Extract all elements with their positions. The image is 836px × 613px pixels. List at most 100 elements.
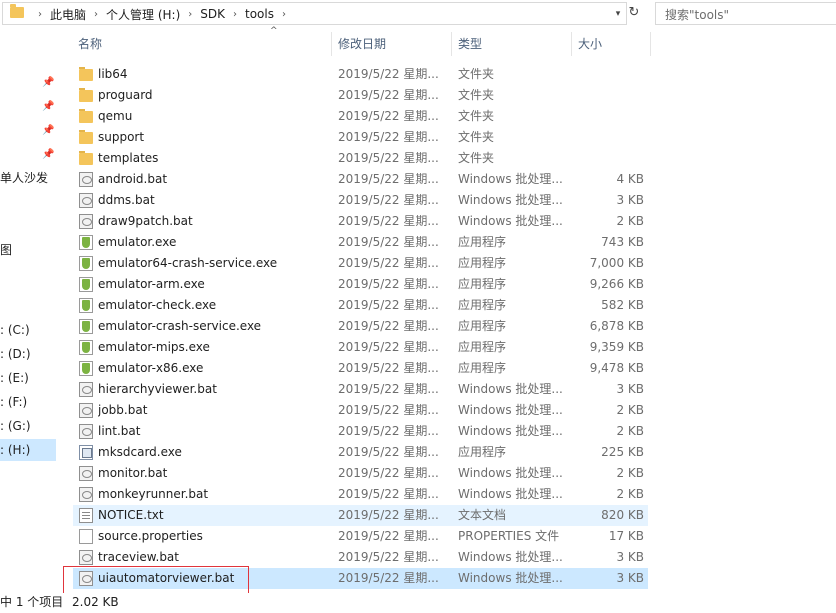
file-row[interactable]: hierarchyviewer.bat 2019/5/22 星期... Window… [73,379,648,400]
file-row[interactable]: emulator.exe 2019/5/22 星期... 应用程序 743 KB [73,232,648,253]
nav-item-drive-d[interactable]: : (D:) [0,343,56,365]
chevron-right-icon[interactable]: › [38,9,42,20]
file-row[interactable]: android.bat 2019/5/22 星期... Windows 批处理...… [73,169,648,190]
chevron-right-icon[interactable]: › [282,9,286,20]
file-size: 2 KB [616,487,644,501]
file-row[interactable]: draw9patch.bat 2019/5/22 星期... Windows 批处理… [73,211,648,232]
file-type: 应用程序 [458,277,507,291]
file-row[interactable]: emulator64-crash-service.exe 2019/5/22 星期… [73,253,648,274]
column-name[interactable]: 名称 [73,32,331,56]
file-date: 2019/5/22 星期... [338,319,439,333]
nav-item[interactable]: 单人沙发 [0,167,56,189]
file-name: emulator-mips.exe [98,340,210,354]
text-file-icon [79,508,93,523]
file-type: Windows 批处理... [458,424,563,438]
file-row[interactable]: source.properties 2019/5/22 星期... PROPERTI… [73,526,648,547]
column-size[interactable]: 大小 [573,32,649,56]
folder-icon [79,109,93,123]
column-date[interactable]: 修改日期 [333,32,451,56]
file-row[interactable]: templates 2019/5/22 星期... 文件夹 [73,148,648,169]
refresh-icon[interactable]: ↻ [626,2,642,23]
file-date: 2019/5/22 星期... [338,571,439,585]
file-row[interactable]: monkeyrunner.bat 2019/5/22 星期... Windows 批… [73,484,648,505]
file-row[interactable]: jobb.bat 2019/5/22 星期... Windows 批处理... 2 K… [73,400,648,421]
column-divider[interactable] [451,32,452,56]
chevron-right-icon[interactable]: › [233,9,237,20]
file-type: 应用程序 [458,319,507,333]
nav-item[interactable]: 📌 [0,72,56,94]
file-type: 应用程序 [458,235,507,249]
search-input[interactable]: 搜索"tools" [655,2,836,25]
breadcrumb-sdk[interactable]: SDK [200,7,225,21]
file-row[interactable]: emulator-crash-service.exe 2019/5/22 星期..… [73,316,648,337]
search-placeholder: 搜索"tools" [665,8,730,22]
file-row[interactable]: monitor.bat 2019/5/22 星期... Windows 批处理...… [73,463,648,484]
nav-item[interactable]: 图 [0,239,56,261]
file-row[interactable]: emulator-x86.exe 2019/5/22 星期... 应用程序 9,478… [73,358,648,379]
nav-item-drive-c[interactable]: : (C:) [0,319,56,341]
file-size: 3 KB [616,550,644,564]
file-row[interactable]: NOTICE.txt 2019/5/22 星期... 文本文档 820 KB [73,505,648,526]
file-row[interactable]: mksdcard.exe 2019/5/22 星期... 应用程序 225 KB [73,442,648,463]
column-divider[interactable] [571,32,572,56]
file-row[interactable]: ddms.bat 2019/5/22 星期... Windows 批处理... 3 K… [73,190,648,211]
file-type: Windows 批处理... [458,550,563,564]
file-name: proguard [98,88,153,102]
file-row[interactable]: proguard 2019/5/22 星期... 文件夹 [73,85,648,106]
file-type: Windows 批处理... [458,571,563,585]
file-name: support [98,130,145,144]
file-size: 2 KB [616,424,644,438]
file-name: traceview.bat [98,550,179,564]
nav-item-drive-g[interactable]: : (G:) [0,415,56,437]
android-exe-icon [79,319,93,334]
file-date: 2019/5/22 星期... [338,109,439,123]
file-date: 2019/5/22 星期... [338,466,439,480]
chevron-right-icon[interactable]: › [188,9,192,20]
address-bar[interactable]: › 此电脑 › 个人管理 (H:) › SDK › tools › ▾ [2,2,627,25]
nav-item[interactable]: 📌 [0,144,56,166]
file-row[interactable]: lint.bat 2019/5/22 星期... Windows 批处理... 2 K… [73,421,648,442]
breadcrumb-tools[interactable]: tools [245,7,274,21]
file-date: 2019/5/22 星期... [338,67,439,81]
nav-item[interactable]: 📌 [0,96,56,118]
column-divider[interactable] [331,32,332,56]
android-exe-icon [79,256,93,271]
batch-file-icon [79,193,93,208]
android-exe-icon [79,235,93,250]
nav-item-drive-h[interactable]: : (H:) [0,439,56,461]
file-type: Windows 批处理... [458,382,563,396]
file-name: draw9patch.bat [98,214,193,228]
file-name: templates [98,151,159,165]
navigation-pane: 📌 📌 📌 📌 单人沙发 图 : (C:) : (D:) : (E:) : (F… [0,26,56,593]
selection-size: 2.02 KB [72,595,119,609]
file-type: 应用程序 [458,361,507,375]
file-name: emulator-crash-service.exe [98,319,262,333]
file-size: 3 KB [616,571,644,585]
file-date: 2019/5/22 星期... [338,214,439,228]
chevron-right-icon[interactable]: › [94,9,98,20]
file-row[interactable]: emulator-arm.exe 2019/5/22 星期... 应用程序 9,266… [73,274,648,295]
file-type: Windows 批处理... [458,487,563,501]
file-size: 3 KB [616,382,644,396]
nav-item-drive-f[interactable]: : (F:) [0,391,56,413]
android-exe-icon [79,277,93,292]
file-row[interactable]: traceview.bat 2019/5/22 星期... Windows 批处理.… [73,547,648,568]
file-row[interactable]: lib64 2019/5/22 星期... 文件夹 [73,64,648,85]
column-divider[interactable] [650,32,651,56]
file-date: 2019/5/22 星期... [338,88,439,102]
nav-item-drive-e[interactable]: : (E:) [0,367,56,389]
file-name: jobb.bat [98,403,148,417]
document-icon [79,529,93,544]
file-row[interactable]: qemu 2019/5/22 星期... 文件夹 [73,106,648,127]
file-date: 2019/5/22 星期... [338,193,439,207]
file-row[interactable]: emulator-check.exe 2019/5/22 星期... 应用程序 582… [73,295,648,316]
file-row[interactable]: support 2019/5/22 星期... 文件夹 [73,127,648,148]
breadcrumb-drive-h[interactable]: 个人管理 (H:) [106,6,180,23]
file-name: android.bat [98,172,168,186]
nav-item[interactable]: 📌 [0,120,56,142]
breadcrumb-this-pc[interactable]: 此电脑 [50,6,86,23]
file-row[interactable]: emulator-mips.exe 2019/5/22 星期... 应用程序 9,35… [73,337,648,358]
file-type: 应用程序 [458,256,507,270]
chevron-down-icon[interactable]: ▾ [610,3,626,24]
column-type[interactable]: 类型 [453,32,571,56]
